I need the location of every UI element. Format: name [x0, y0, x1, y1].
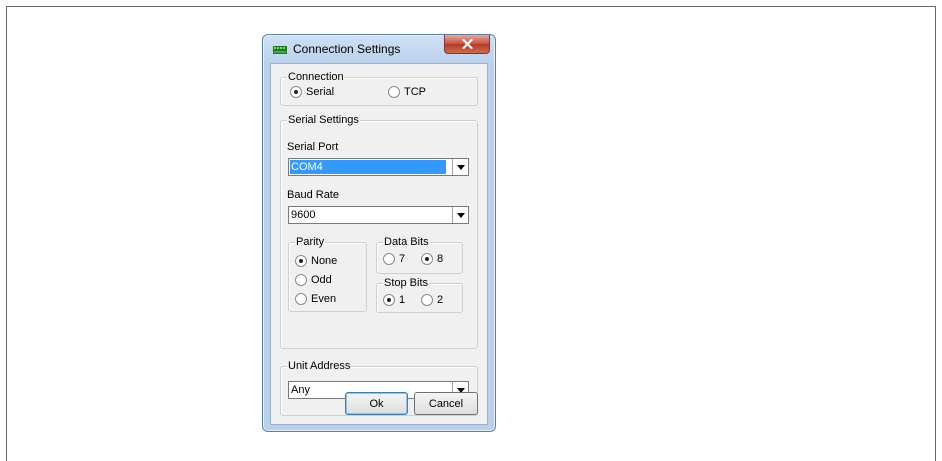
ok-button[interactable]: Ok	[345, 392, 408, 415]
serial-settings-legend: Serial Settings	[287, 114, 360, 126]
radio-tcp[interactable]: TCP	[388, 86, 426, 98]
radio-tcp-dot	[388, 86, 400, 98]
parity-legend: Parity	[295, 236, 326, 248]
radio-parity-odd-dot	[295, 274, 307, 286]
baud-rate-select[interactable]: 9600	[288, 206, 469, 224]
data-bits-legend: Data Bits	[383, 236, 430, 248]
data-bits-group: Data Bits 7 8	[376, 236, 463, 274]
radio-parity-none-dot	[295, 255, 307, 267]
serial-port-label: Serial Port	[287, 141, 339, 153]
stop-bits-legend: Stop Bits	[383, 277, 430, 289]
connection-group: Connection Serial TCP	[280, 71, 478, 106]
stop-bits-group: Stop Bits 1 2	[376, 277, 463, 313]
radio-stop-bits-2[interactable]: 2	[421, 294, 443, 306]
radio-parity-odd-label: Odd	[311, 274, 332, 286]
radio-parity-odd[interactable]: Odd	[295, 274, 332, 286]
radio-stop-bits-2-label: 2	[437, 294, 444, 306]
close-button[interactable]	[444, 35, 490, 54]
radio-tcp-label: TCP	[404, 86, 426, 98]
radio-serial[interactable]: Serial	[290, 86, 334, 98]
serial-settings-group: Serial Settings Serial Port COM4 Baud Ra…	[280, 114, 478, 349]
serial-port-value: COM4	[290, 160, 446, 174]
connection-legend: Connection	[287, 71, 345, 83]
radio-stop-bits-1-dot	[383, 294, 395, 306]
radio-stop-bits-2-dot	[421, 294, 433, 306]
radio-parity-even-label: Even	[311, 293, 337, 305]
dialog-body: Connection Serial TCP Serial Settings Se…	[270, 63, 488, 425]
serial-port-select[interactable]: COM4	[288, 158, 469, 176]
cancel-button[interactable]: Cancel	[414, 392, 478, 415]
close-icon	[461, 39, 473, 49]
radio-data-bits-7[interactable]: 7	[383, 253, 405, 265]
baud-rate-label: Baud Rate	[287, 189, 339, 201]
radio-parity-even[interactable]: Even	[295, 293, 336, 305]
parity-group: Parity None Odd Even	[288, 236, 367, 312]
radio-data-bits-8-dot	[421, 253, 433, 265]
radio-stop-bits-1-label: 1	[399, 294, 406, 306]
radio-parity-even-dot	[295, 293, 307, 305]
dialog-title: Connection Settings	[293, 42, 401, 56]
unit-address-value: Any	[291, 384, 310, 396]
radio-serial-label: Serial	[306, 86, 335, 98]
app-icon	[273, 46, 287, 54]
unit-address-legend: Unit Address	[287, 360, 352, 372]
radio-serial-dot	[290, 86, 302, 98]
radio-data-bits-8-label: 8	[437, 253, 444, 265]
radio-data-bits-7-label: 7	[399, 253, 406, 265]
radio-parity-none[interactable]: None	[295, 255, 337, 267]
radio-data-bits-7-dot	[383, 253, 395, 265]
baud-rate-value: 9600	[291, 209, 316, 221]
radio-stop-bits-1[interactable]: 1	[383, 294, 405, 306]
connection-settings-dialog: Connection Settings Connection Serial TC…	[262, 34, 496, 432]
radio-parity-none-label: None	[311, 255, 338, 267]
chevron-down-icon[interactable]	[452, 207, 468, 223]
radio-data-bits-8[interactable]: 8	[421, 253, 443, 265]
chevron-down-icon[interactable]	[452, 159, 468, 175]
title-bar[interactable]: Connection Settings	[263, 35, 495, 63]
